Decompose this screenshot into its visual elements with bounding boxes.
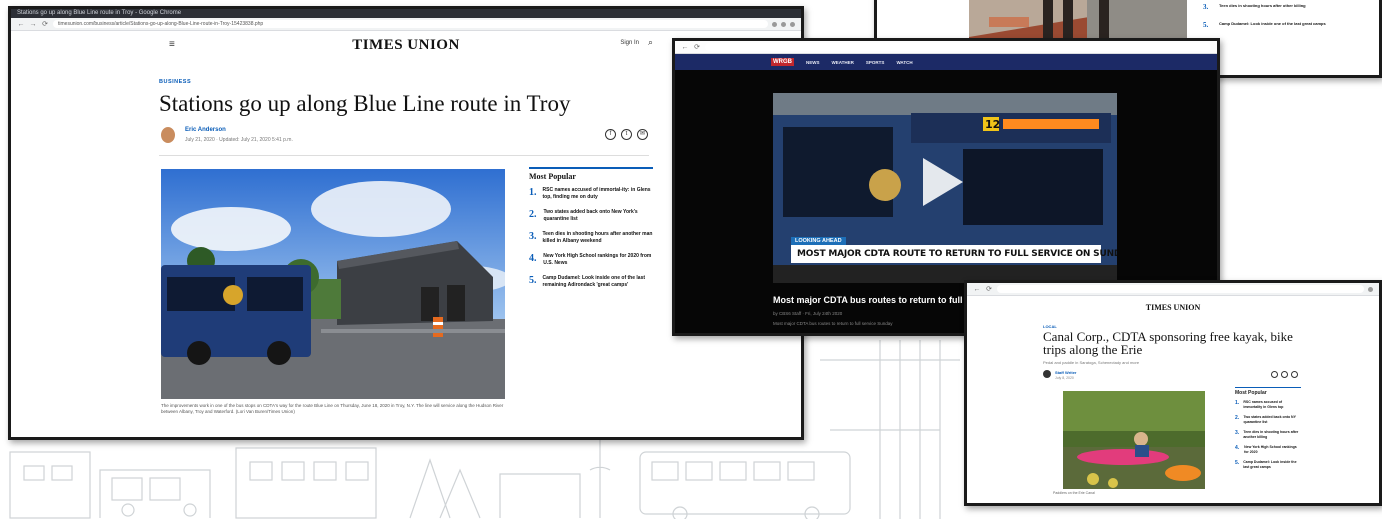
list-number: 2.: [1235, 415, 1240, 421]
site-nav-bar: WRGB NEWS WEATHER SPORTS WATCH: [675, 54, 1217, 70]
url-input[interactable]: [997, 285, 1364, 293]
author-avatar: [1043, 370, 1051, 378]
hamburger-menu-icon[interactable]: ≡: [169, 39, 175, 50]
popular-story-link[interactable]: Teen dies in shooting hours after other …: [1219, 3, 1306, 11]
email-icon[interactable]: [1291, 371, 1298, 378]
most-popular-title: Most Popular: [529, 167, 653, 181]
author-link[interactable]: Staff Writer: [1055, 370, 1076, 375]
nav-item-sports[interactable]: SPORTS: [866, 60, 885, 65]
list-item[interactable]: 3. Teen dies in shooting hours after ano…: [1235, 430, 1301, 439]
popular-story-link[interactable]: Camp Dudamel: Look inside one of the las…: [543, 275, 654, 288]
url-input[interactable]: [705, 43, 1211, 51]
popular-story-link[interactable]: Two states added back onto New York's qu…: [543, 209, 653, 222]
list-number: 3.: [529, 231, 537, 242]
list-number: 4.: [529, 253, 537, 264]
list-item[interactable]: 3. Teen dies in shooting hours after oth…: [1203, 3, 1306, 11]
section-label[interactable]: BUSINESS: [159, 79, 191, 85]
popular-story-link[interactable]: New York High School rankings for 2020: [1244, 445, 1301, 454]
list-item[interactable]: 1. RSC names accused of immortal-ity: in…: [529, 187, 653, 200]
article-subhead: Pedal and paddle in Saratoga, Schenectad…: [1043, 360, 1140, 365]
video-summary: Most major CDTA bus routes to return to …: [773, 321, 893, 326]
author-link[interactable]: Eric Anderson: [185, 127, 226, 133]
list-number: 4.: [1235, 445, 1240, 451]
email-icon[interactable]: ✉: [637, 129, 648, 140]
profile-icon[interactable]: [1368, 286, 1373, 292]
extension-icon[interactable]: [772, 21, 777, 27]
reload-icon[interactable]: ⟳: [693, 43, 701, 51]
kayak-photo[interactable]: [1063, 391, 1205, 489]
profile-icon[interactable]: [790, 21, 795, 27]
author-avatar: [161, 127, 175, 143]
popular-story-link[interactable]: Teen dies in shooting hours after anothe…: [543, 231, 654, 244]
video-headline[interactable]: Most major CDTA bus routes to return to …: [773, 295, 996, 305]
popular-story-link[interactable]: RSC names accused of immortality in Glen…: [1243, 400, 1301, 409]
twitter-icon[interactable]: [1281, 371, 1288, 378]
list-item[interactable]: 2. Two states added back onto NY quarant…: [1235, 415, 1301, 424]
divider: [159, 155, 649, 156]
most-popular-panel: Most Popular 1. RSC names accused of imm…: [529, 167, 653, 297]
article-headline: Stations go up along Blue Line route in …: [159, 91, 571, 116]
article-date: July 8, 2020: [1055, 376, 1074, 380]
browser-address-bar: ← ⟳: [675, 41, 1217, 54]
list-item[interactable]: 4. New York High School rankings for 202…: [529, 253, 653, 266]
reload-icon[interactable]: ⟳: [41, 20, 49, 28]
popular-story-link[interactable]: Teen dies in shooting hours after anothe…: [1243, 430, 1301, 439]
times-union-logo[interactable]: TIMES UNION: [967, 303, 1379, 312]
forward-icon[interactable]: →: [29, 21, 37, 28]
list-number: 3.: [1203, 3, 1209, 11]
article-headline: Canal Corp., CDTA sponsoring free kayak,…: [1043, 329, 1293, 357]
popular-story-link[interactable]: RSC names accused of immortal-ity: in Gl…: [543, 187, 654, 200]
facebook-icon[interactable]: [1271, 371, 1278, 378]
browser-address-bar: ← → ⟳ timesunion.com/business/article/St…: [11, 18, 801, 31]
list-item[interactable]: 5. Camp Dudamel: Look inside one of the …: [529, 275, 653, 288]
station-logo[interactable]: WRGB: [771, 58, 794, 66]
video-player[interactable]: 12 LOOKING AHEAD MOST MAJOR CDTA ROUTE T…: [773, 93, 1117, 283]
list-number: 5.: [529, 275, 537, 286]
list-number: 5.: [1203, 21, 1209, 29]
list-item[interactable]: 3. Teen dies in shooting hours after ano…: [529, 231, 653, 244]
twitter-icon[interactable]: t: [621, 129, 632, 140]
photo-caption: Paddlers on the Erie Canal: [1053, 491, 1095, 495]
canal-article-browser-window: ← ⟳ TIMES UNION LOCAL Canal Corp., CDTA …: [964, 280, 1382, 506]
list-item[interactable]: 5. Camp Dudamel: Look inside one of the …: [1203, 21, 1326, 29]
play-button-icon[interactable]: [923, 158, 963, 206]
times-union-logo[interactable]: TIMES UNION: [352, 37, 460, 54]
list-item[interactable]: 2. Two states added back onto New York's…: [529, 209, 653, 222]
list-number: 1.: [1235, 400, 1240, 406]
back-icon[interactable]: ←: [681, 44, 689, 51]
bus-route-number: 12: [985, 118, 1000, 131]
popular-story-link[interactable]: Camp Dudamel: Look inside the last great…: [1243, 460, 1301, 469]
nav-item-watch[interactable]: WATCH: [896, 60, 912, 65]
photo-caption: The improvements work in one of the bus …: [161, 403, 504, 414]
broadcast-lower-third: MOST MAJOR CDTA ROUTE TO RETURN TO FULL …: [791, 245, 1117, 263]
popular-story-link[interactable]: New York High School rankings for 2020 f…: [543, 253, 653, 266]
most-popular-panel: Most Popular 1. RSC names accused of imm…: [1235, 387, 1301, 475]
url-input[interactable]: timesunion.com/business/article/Stations…: [53, 20, 768, 28]
list-item[interactable]: 1. RSC names accused of immortality in G…: [1235, 400, 1301, 409]
sign-in-link[interactable]: Sign In: [620, 40, 639, 46]
reload-icon[interactable]: ⟳: [985, 285, 993, 293]
back-icon[interactable]: ←: [17, 21, 25, 28]
browser-title-bar: Stations go up along Blue Line route in …: [11, 9, 801, 18]
list-number: 1.: [529, 187, 537, 198]
list-number: 3.: [1235, 430, 1240, 436]
bus-station-photo[interactable]: [161, 169, 505, 399]
list-number: 5.: [1235, 460, 1240, 466]
facebook-icon[interactable]: f: [605, 129, 616, 140]
popular-story-link[interactable]: Two states added back onto NY quarantine…: [1243, 415, 1301, 424]
nav-item-news[interactable]: NEWS: [806, 60, 820, 65]
popular-story-link[interactable]: Camp Dudamel: Look inside one of the las…: [1219, 21, 1326, 29]
nav-item-weather[interactable]: WEATHER: [832, 60, 854, 65]
list-number: 2.: [529, 209, 537, 220]
video-byline: by CBS6 Staff · Fri, July 24th 2020: [773, 311, 843, 316]
browser-address-bar: ← ⟳: [967, 283, 1379, 296]
back-icon[interactable]: ←: [973, 286, 981, 293]
most-popular-title: Most Popular: [1235, 387, 1301, 396]
broadcast-tag: LOOKING AHEAD: [791, 237, 846, 245]
search-icon[interactable]: ⌕: [648, 37, 653, 48]
extension-icon[interactable]: [781, 21, 786, 27]
article-date: July 21, 2020 · Updated: July 21, 2020 5…: [185, 137, 293, 143]
list-item[interactable]: 5. Camp Dudamel: Look inside the last gr…: [1235, 460, 1301, 469]
list-item[interactable]: 4. New York High School rankings for 202…: [1235, 445, 1301, 454]
